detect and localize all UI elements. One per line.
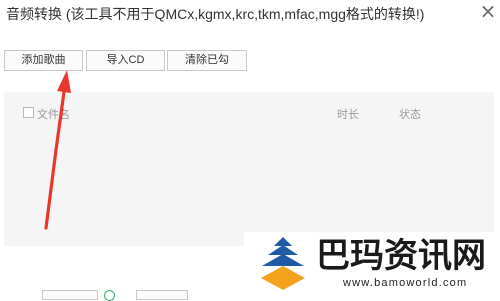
watermark-logo-icon — [261, 237, 305, 290]
bottom-format-select[interactable] — [42, 290, 98, 300]
watermark-url: www.bamoworld.com — [343, 277, 468, 289]
bottom-option-select[interactable] — [136, 290, 188, 300]
watermark-text: 巴玛资讯网 — [316, 236, 486, 276]
watermark: 巴玛资讯网 www.bamoworld.com — [244, 232, 500, 296]
